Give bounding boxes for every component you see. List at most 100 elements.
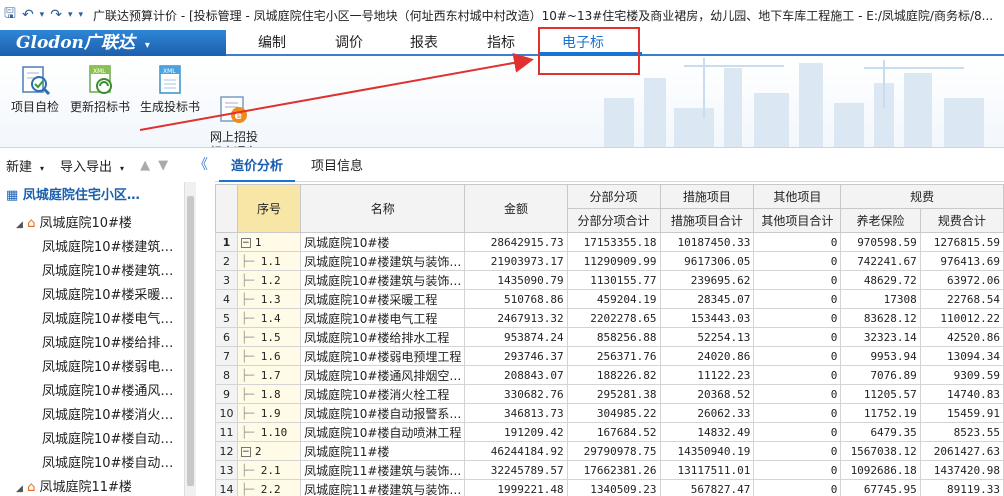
name-cell[interactable]: 凤城庭院10#楼弱电预埋工程 — [300, 346, 466, 366]
row-number-cell[interactable]: 4 — [215, 289, 238, 309]
collapse-toggle-icon[interactable]: − — [240, 237, 251, 248]
fbfx-total-cell[interactable]: 304985.22 — [566, 403, 661, 423]
gf-total-cell[interactable]: 89119.33 — [919, 479, 1004, 496]
pension-cell[interactable]: 1092686.18 — [840, 460, 921, 480]
pension-cell[interactable]: 11205.57 — [840, 384, 921, 404]
table-row[interactable]: 8 ├─ 1.7 凤城庭院10#楼通风排烟空… 208843.07 188226.82 1… — [215, 365, 1004, 385]
qtxm-total-cell[interactable]: 0 — [753, 422, 842, 442]
tree-root-item[interactable]: ▦ 凤城庭院住宅小区… — [6, 184, 140, 208]
amount-cell[interactable]: 1435090.79 — [464, 270, 568, 290]
pension-cell[interactable]: 67745.95 — [840, 479, 921, 496]
amount-cell[interactable]: 330682.76 — [464, 384, 568, 404]
undo-icon[interactable]: ↶ — [22, 7, 34, 23]
pension-cell[interactable]: 970598.59 — [840, 232, 921, 252]
name-cell[interactable]: 凤城庭院10#楼给排水工程 — [300, 327, 466, 347]
table-row[interactable]: 3 ├─ 1.2 凤城庭院10#楼建筑与装饰… 1435090.79 1130155.7… — [215, 270, 1004, 290]
table-row[interactable]: 12−2 凤城庭院11#楼 46244184.92 29790978.75 143509… — [215, 441, 1004, 461]
tree-item-unit[interactable]: 凤城庭院10#楼给排… — [42, 332, 173, 356]
name-cell[interactable]: 凤城庭院10#楼通风排烟空… — [300, 365, 466, 385]
qtxm-total-cell[interactable]: 0 — [753, 441, 842, 461]
csxm-total-cell[interactable]: 14832.49 — [659, 422, 755, 442]
header-seq[interactable]: 序号 — [236, 184, 302, 233]
gf-total-cell[interactable]: 976413.69 — [919, 251, 1004, 271]
fbfx-total-cell[interactable]: 858256.88 — [566, 327, 661, 347]
header-pension[interactable]: 养老保险 — [840, 208, 921, 233]
qtxm-total-cell[interactable]: 0 — [753, 460, 842, 480]
qtxm-total-cell[interactable]: 0 — [753, 346, 842, 366]
name-cell[interactable]: 凤城庭院11#楼 — [300, 441, 466, 461]
fbfx-total-cell[interactable]: 2202278.65 — [566, 308, 661, 328]
gf-total-cell[interactable]: 9309.59 — [919, 365, 1004, 385]
fbfx-total-cell[interactable]: 17153355.18 — [566, 232, 661, 252]
pension-cell[interactable]: 83628.12 — [840, 308, 921, 328]
row-number-cell[interactable]: 7 — [215, 346, 238, 366]
tree-item-unit[interactable]: 凤城庭院10#楼自动… — [42, 428, 173, 452]
gf-total-cell[interactable]: 1276815.59 — [919, 232, 1004, 252]
fbfx-total-cell[interactable]: 188226.82 — [566, 365, 661, 385]
csxm-total-cell[interactable]: 11122.23 — [659, 365, 755, 385]
fbfx-total-cell[interactable]: 11290909.99 — [566, 251, 661, 271]
header-qtxm-total[interactable]: 其他项目合计 — [753, 208, 842, 233]
online-bidding-button[interactable]: e 网上招投 标直通车 — [206, 64, 262, 147]
scrollbar-thumb[interactable] — [187, 196, 194, 486]
row-number-cell[interactable]: 3 — [215, 270, 238, 290]
name-cell[interactable]: 凤城庭院10#楼 — [300, 232, 466, 252]
csxm-total-cell[interactable]: 239695.62 — [659, 270, 755, 290]
name-cell[interactable]: 凤城庭院10#楼自动报警系… — [300, 403, 466, 423]
row-number-cell[interactable]: 9 — [215, 384, 238, 404]
csxm-total-cell[interactable]: 567827.47 — [659, 479, 755, 496]
tree-item-unit[interactable]: 凤城庭院10#楼弱电… — [42, 356, 173, 380]
qtxm-total-cell[interactable]: 0 — [753, 289, 842, 309]
header-name[interactable]: 名称 — [300, 184, 466, 233]
seq-cell[interactable]: ├─ 1.1 — [236, 251, 302, 271]
amount-cell[interactable]: 953874.24 — [464, 327, 568, 347]
fbfx-total-cell[interactable]: 295281.38 — [566, 384, 661, 404]
tree-scrollbar[interactable] — [184, 182, 196, 496]
tree-item-unit[interactable]: 凤城庭院10#楼电气… — [42, 308, 173, 332]
menu-adjust-price[interactable]: 调价 — [335, 30, 363, 56]
fbfx-total-cell[interactable]: 1340509.23 — [566, 479, 661, 496]
pension-cell[interactable]: 7076.89 — [840, 365, 921, 385]
gf-total-cell[interactable]: 63972.06 — [919, 270, 1004, 290]
amount-cell[interactable]: 346813.73 — [464, 403, 568, 423]
collapse-toggle-icon[interactable]: ◢ — [16, 484, 23, 494]
tree-item-unit[interactable]: 凤城庭院10#楼采暖… — [42, 284, 173, 308]
fbfx-total-cell[interactable]: 1130155.77 — [566, 270, 661, 290]
gf-total-cell[interactable]: 8523.55 — [919, 422, 1004, 442]
qtxm-total-cell[interactable]: 0 — [753, 384, 842, 404]
seq-cell[interactable]: −2 — [236, 441, 302, 461]
qtxm-total-cell[interactable]: 0 — [753, 251, 842, 271]
csxm-total-cell[interactable]: 20368.52 — [659, 384, 755, 404]
name-cell[interactable]: 凤城庭院10#楼采暖工程 — [300, 289, 466, 309]
pension-cell[interactable]: 32323.14 — [840, 327, 921, 347]
table-row[interactable]: 6 ├─ 1.5 凤城庭院10#楼给排水工程 953874.24 858256.88 52… — [215, 327, 1004, 347]
qtxm-total-cell[interactable]: 0 — [753, 308, 842, 328]
pension-cell[interactable]: 1567038.12 — [840, 441, 921, 461]
amount-cell[interactable]: 2467913.32 — [464, 308, 568, 328]
pension-cell[interactable]: 9953.94 — [840, 346, 921, 366]
name-cell[interactable]: 凤城庭院10#楼自动喷淋工程 — [300, 422, 466, 442]
qtxm-total-cell[interactable]: 0 — [753, 365, 842, 385]
header-fbfx-total[interactable]: 分部分项合计 — [566, 208, 661, 233]
menu-edit[interactable]: 编制 — [258, 30, 286, 56]
tree-item-unit[interactable]: 凤城庭院10#楼建筑… — [42, 236, 173, 260]
table-row[interactable]: 14 ├─ 2.2 凤城庭院11#楼建筑与装饰… 1999221.48 1340509.… — [215, 479, 1004, 496]
header-csxm-total[interactable]: 措施项目合计 — [659, 208, 755, 233]
gf-total-cell[interactable]: 13094.34 — [919, 346, 1004, 366]
gf-total-cell[interactable]: 1437420.98 — [919, 460, 1004, 480]
collapse-toggle-icon[interactable]: − — [240, 446, 251, 457]
seq-cell[interactable]: ├─ 1.8 — [236, 384, 302, 404]
header-gf-total[interactable]: 规费合计 — [919, 208, 1004, 233]
customize-dropdown-icon[interactable]: ▾ — [78, 10, 83, 20]
fbfx-total-cell[interactable]: 459204.19 — [566, 289, 661, 309]
csxm-total-cell[interactable]: 24020.86 — [659, 346, 755, 366]
qtxm-total-cell[interactable]: 0 — [753, 403, 842, 423]
csxm-total-cell[interactable]: 28345.07 — [659, 289, 755, 309]
qtxm-total-cell[interactable]: 0 — [753, 327, 842, 347]
row-number-cell[interactable]: 12 — [215, 441, 238, 461]
generate-bid-button[interactable]: XML 生成投标书 — [138, 64, 202, 115]
row-number-cell[interactable]: 2 — [215, 251, 238, 271]
row-number-cell[interactable]: 13 — [215, 460, 238, 480]
table-row[interactable]: 7 ├─ 1.6 凤城庭院10#楼弱电预埋工程 293746.37 256371.76 2… — [215, 346, 1004, 366]
undo-dropdown-icon[interactable]: ▾ — [40, 10, 45, 20]
